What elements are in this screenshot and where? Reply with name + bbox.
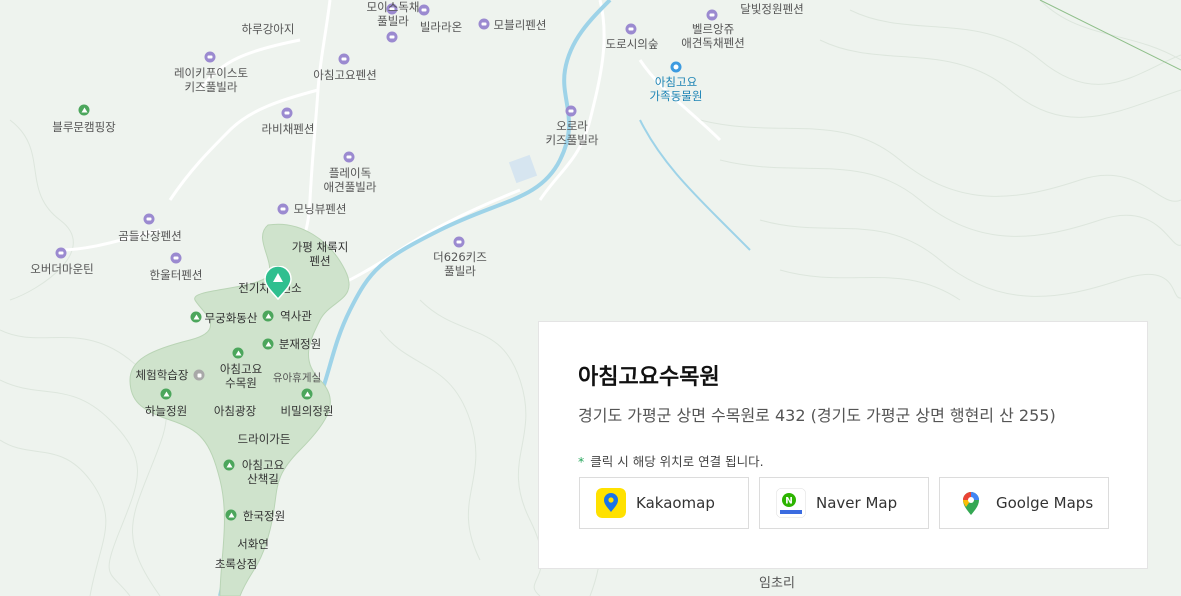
poi-label-rabi[interactable]: 라비채펜션 <box>262 122 315 136</box>
poi-label-seohwa[interactable]: 서화연 <box>237 537 269 551</box>
poi-label-mobly[interactable]: 모블리펜션 <box>494 18 547 32</box>
poi-label-zoo[interactable]: 아침고요 가족동물원 <box>650 75 703 103</box>
note-star: * <box>578 454 585 469</box>
poi-label-imchori: 임초리 <box>759 576 795 591</box>
kakaomap-button[interactable]: Kakaomap <box>579 477 749 529</box>
poi-label-belleangel[interactable]: 벨르앙쥬 애견독채펜션 <box>681 22 744 50</box>
place-info-card: 아침고요수목원 경기도 가평군 상면 수목원로 432 (경기도 가평군 상면 … <box>538 321 1148 569</box>
poi-label-playdog[interactable]: 플레이독 애견풀빌라 <box>324 166 377 194</box>
googlemaps-icon <box>956 488 986 518</box>
poi-label-doroshi[interactable]: 도로시의숲 <box>606 37 659 51</box>
campsite-icon[interactable] <box>78 104 90 116</box>
trail-icon[interactable] <box>223 459 235 471</box>
pension-icon[interactable] <box>386 31 398 43</box>
poi-label-harugang[interactable]: 하루강아지 <box>242 22 295 36</box>
poi-label-trail[interactable]: 아침고요 산책길 <box>242 458 284 486</box>
garden-icon[interactable] <box>225 509 237 521</box>
garden-icon[interactable] <box>190 311 202 323</box>
svg-text:N: N <box>785 497 793 507</box>
poi-label-haneul[interactable]: 하늘정원 <box>145 404 187 418</box>
garden-icon[interactable] <box>301 388 313 400</box>
garden-icon[interactable] <box>232 347 244 359</box>
poi-label-villa-lune[interactable]: 빌라라온 <box>420 20 462 34</box>
pension-icon[interactable] <box>338 53 350 65</box>
poi-label-achimgoyo-pension[interactable]: 아침고요펜션 <box>313 68 376 82</box>
poi-label-overthemountain[interactable]: 오버더마운틴 <box>30 262 93 276</box>
pension-icon[interactable] <box>453 236 465 248</box>
poi-label-mugunghwa[interactable]: 무궁화동산 <box>205 311 258 325</box>
pension-icon[interactable] <box>625 23 637 35</box>
pension-icon[interactable] <box>281 107 293 119</box>
pension-icon[interactable] <box>143 213 155 225</box>
poi-label-plaza[interactable]: 아침광장 <box>214 404 256 418</box>
location-marker-icon[interactable] <box>264 266 292 300</box>
poi-label-drygarden[interactable]: 드라이가든 <box>238 432 291 446</box>
poi-label-bluemoon[interactable]: 블루문캠핑장 <box>52 120 115 134</box>
link-note: * 클릭 시 해당 위치로 연결 됩니다. <box>578 451 764 470</box>
facility-icon[interactable] <box>193 369 205 381</box>
pension-icon[interactable] <box>478 18 490 30</box>
poi-label-bonsai[interactable]: 분재정원 <box>279 337 321 351</box>
pension-icon[interactable] <box>277 203 289 215</box>
poi-label-gomdeul[interactable]: 곰들산장펜션 <box>118 229 181 243</box>
navermap-label: Naver Map <box>816 494 898 512</box>
pension-icon[interactable] <box>565 105 577 117</box>
googlemaps-button[interactable]: Goolge Maps <box>939 477 1109 529</box>
poi-label-moice[interactable]: 모이스독채 풀빌라 <box>367 0 420 28</box>
poi-label-chorok[interactable]: 초록상점 <box>215 557 257 571</box>
pension-icon[interactable] <box>343 151 355 163</box>
poi-label-nursing[interactable]: 유아휴게실 <box>273 371 321 385</box>
pension-icon[interactable] <box>204 51 216 63</box>
place-title: 아침고요수목원 <box>578 365 720 390</box>
kakaomap-label: Kakaomap <box>636 494 715 512</box>
poi-label-secret[interactable]: 비밀의정원 <box>281 404 334 418</box>
poi-label-raykifu[interactable]: 레이키푸이스토 키즈풀빌라 <box>174 66 248 94</box>
pension-icon[interactable] <box>706 9 718 21</box>
garden-icon[interactable] <box>262 310 274 322</box>
poi-label-arboretum[interactable]: 아침고요 수목원 <box>220 362 262 390</box>
poi-label-history[interactable]: 역사관 <box>280 309 312 323</box>
poi-label-chaerok[interactable]: 가평 채록지 펜션 <box>292 240 349 268</box>
navermap-button[interactable]: N Naver Map <box>759 477 929 529</box>
navermap-icon: N <box>776 488 806 518</box>
googlemaps-label: Goolge Maps <box>996 494 1094 512</box>
note-text: 클릭 시 해당 위치로 연결 됩니다. <box>590 454 764 469</box>
poi-label-hanultree[interactable]: 한울터펜션 <box>150 268 203 282</box>
poi-label-korean[interactable]: 한국정원 <box>243 509 285 523</box>
poi-label-experience[interactable]: 체험학습장 <box>136 368 189 382</box>
place-address: 경기도 가평군 상면 수목원로 432 (경기도 가평군 상면 행현리 산 25… <box>578 406 1056 425</box>
poi-label-morningview[interactable]: 모닝뷰펜션 <box>294 202 347 216</box>
zoo-icon[interactable] <box>670 61 682 73</box>
poi-label-dalbit[interactable]: 달빛정원펜션 <box>740 2 803 16</box>
pension-icon[interactable] <box>418 4 430 16</box>
garden-icon[interactable] <box>160 388 172 400</box>
pension-icon[interactable] <box>170 252 182 264</box>
poi-label-orora[interactable]: 오로라 키즈풀빌라 <box>546 119 599 147</box>
poi-label-626[interactable]: 더626키즈 풀빌라 <box>433 250 487 278</box>
garden-icon[interactable] <box>262 338 274 350</box>
pension-icon[interactable] <box>55 247 67 259</box>
kakaomap-icon <box>596 488 626 518</box>
